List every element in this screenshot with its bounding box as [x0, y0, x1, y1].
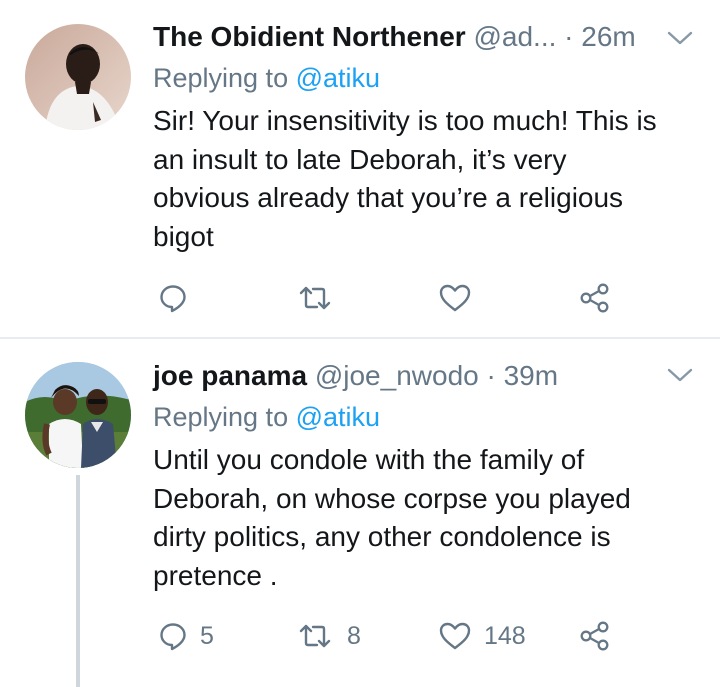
- tweet[interactable]: joe panama @joe_nwodo · 39m Replying to …: [0, 339, 720, 687]
- chevron-down-icon[interactable]: [664, 363, 696, 387]
- reply-icon: [158, 283, 188, 313]
- like-button[interactable]: 148: [438, 616, 526, 656]
- replying-label: Replying to: [153, 402, 289, 432]
- share-icon: [578, 620, 612, 652]
- reply-button[interactable]: 5: [158, 616, 214, 656]
- reply-count: 5: [200, 622, 214, 650]
- tweet-actions: 5 8 148: [0, 616, 720, 656]
- tweet-actions: [0, 278, 720, 318]
- like-button[interactable]: [438, 278, 484, 318]
- retweet-icon: [295, 283, 335, 313]
- mention-link[interactable]: @atiku: [296, 402, 380, 432]
- retweet-button[interactable]: [295, 278, 347, 318]
- retweet-count: 8: [347, 622, 361, 650]
- tweet-header: joe panama @joe_nwodo · 39m: [153, 356, 558, 396]
- tweet-header: The Obidient Northener @ad... · 26m: [153, 17, 636, 57]
- author-name[interactable]: joe panama: [153, 360, 307, 391]
- share-button[interactable]: [578, 278, 612, 318]
- share-button[interactable]: [578, 616, 612, 656]
- like-icon: [438, 621, 472, 651]
- author-handle[interactable]: @ad...: [473, 21, 556, 52]
- tweet-text: Sir! Your insensitivity is too much! Thi…: [153, 105, 657, 252]
- mention-link[interactable]: @atiku: [296, 63, 380, 93]
- tweet[interactable]: The Obidient Northener @ad... · 26m Repl…: [0, 0, 720, 338]
- author-name[interactable]: The Obidient Northener: [153, 21, 466, 52]
- author-handle[interactable]: @joe_nwodo: [315, 360, 479, 391]
- avatar[interactable]: [25, 362, 131, 468]
- reply-button[interactable]: [158, 278, 200, 318]
- chevron-down-icon[interactable]: [664, 26, 696, 50]
- tweet-text: Until you condole with the family of Deb…: [153, 444, 631, 591]
- retweet-button[interactable]: 8: [295, 616, 361, 656]
- reply-icon: [158, 621, 188, 651]
- retweet-icon: [295, 621, 335, 651]
- tweet-time[interactable]: · 39m: [487, 360, 559, 391]
- like-icon: [438, 283, 472, 313]
- share-icon: [578, 282, 612, 314]
- replying-label: Replying to: [153, 63, 289, 93]
- replying-to: Replying to @atiku: [153, 397, 380, 437]
- tweet-time[interactable]: · 26m: [564, 21, 636, 52]
- like-count: 148: [484, 622, 526, 650]
- replying-to: Replying to @atiku: [153, 58, 380, 98]
- avatar[interactable]: [25, 24, 131, 130]
